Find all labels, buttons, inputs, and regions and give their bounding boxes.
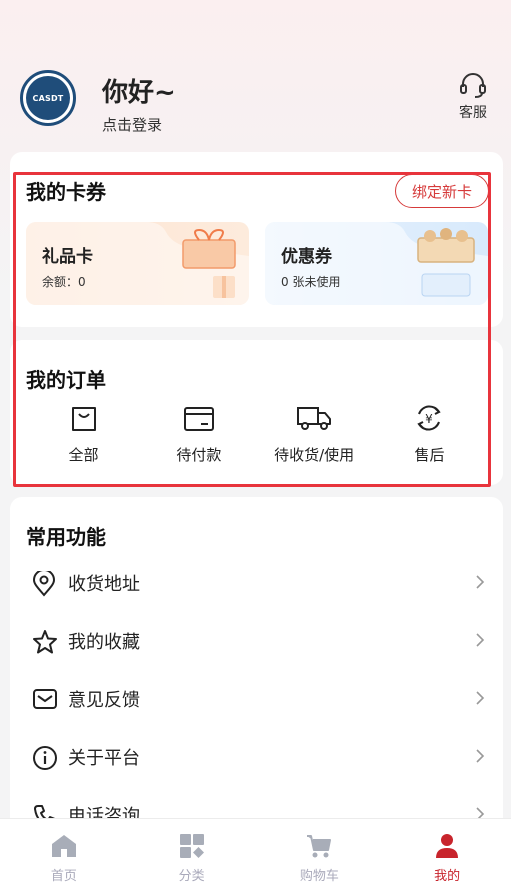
my-cards-section: 我的卡券 绑定新卡 礼品卡 余额：0 优惠券 0 张未使用 <box>10 152 503 327</box>
list-item-label: 我的收藏 <box>68 632 140 653</box>
my-orders-section: 我的订单 全部 待付款 待收货/使用 ¥ 售后 <box>10 340 503 485</box>
brand-logo[interactable]: CASDT <box>20 70 76 126</box>
tab-home-label: 首页 <box>50 869 77 884</box>
my-orders-title: 我的订单 <box>26 368 106 392</box>
order-pending-receipt-button[interactable]: 待收货/使用 <box>257 402 372 465</box>
list-item-feedback[interactable]: 意见反馈 <box>10 670 503 728</box>
chevron-right-icon <box>476 633 485 647</box>
order-pending-payment-label: 待付款 <box>176 446 222 464</box>
order-after-sales-label: 售后 <box>414 446 445 464</box>
bind-new-card-button[interactable]: 绑定新卡 <box>394 174 489 208</box>
gift-card-balance: 余额：0 <box>42 275 86 289</box>
coupon-count: 0 张未使用 <box>281 275 341 289</box>
order-after-sales-button[interactable]: ¥ 售后 <box>372 402 487 465</box>
order-all-button[interactable]: 全部 <box>26 402 141 465</box>
order-pending-receipt-label: 待收货/使用 <box>274 446 355 464</box>
bottom-tab-bar: 首页 分类 购物车 我的 <box>0 818 511 890</box>
list-item-about[interactable]: 关于平台 <box>10 728 503 786</box>
customer-service-label: 客服 <box>459 105 487 121</box>
cart-icon <box>307 835 332 858</box>
tab-home[interactable]: 首页 <box>0 819 128 890</box>
truck-icon <box>297 407 332 430</box>
login-link[interactable]: 点击登录 <box>102 114 162 135</box>
tab-mine-label: 我的 <box>434 869 461 884</box>
home-icon <box>51 835 76 857</box>
tab-cart-label: 购物车 <box>299 869 339 884</box>
profile-header: CASDT 你好~ 点击登录 客服 <box>0 0 511 150</box>
user-icon <box>436 834 459 858</box>
coupon-tile[interactable]: 优惠券 0 张未使用 <box>265 222 488 305</box>
my-cards-title: 我的卡券 <box>26 180 106 204</box>
list-item-label: 意见反馈 <box>68 690 140 711</box>
common-functions-section: 常用功能 收货地址 我的收藏 意见反馈 关于平台 电话咨询 <box>10 497 503 857</box>
refund-yuan-icon: ¥ <box>417 405 442 431</box>
order-pending-payment-button[interactable]: 待付款 <box>141 402 256 465</box>
coupon-title: 优惠券 <box>281 247 332 267</box>
coupon-ticket-icon <box>417 228 475 297</box>
list-item-label: 收货地址 <box>68 574 140 595</box>
common-functions-title: 常用功能 <box>26 525 106 549</box>
bag-icon <box>71 407 96 431</box>
tab-mine[interactable]: 我的 <box>383 819 511 890</box>
category-icon <box>179 834 204 858</box>
chevron-right-icon <box>476 749 485 763</box>
customer-service-button[interactable]: 客服 <box>452 72 494 122</box>
headset-icon <box>460 73 486 98</box>
star-icon <box>33 630 57 654</box>
svg-text:¥: ¥ <box>426 412 434 426</box>
brand-logo-text: CASDT <box>26 76 70 120</box>
info-icon <box>33 746 57 770</box>
mail-icon <box>33 689 57 709</box>
list-item-label: 关于平台 <box>68 748 140 769</box>
chevron-right-icon <box>476 691 485 705</box>
wallet-card-icon <box>183 407 214 431</box>
order-status-row: 全部 待付款 待收货/使用 ¥ 售后 <box>26 402 487 465</box>
tab-category-label: 分类 <box>178 869 205 884</box>
location-pin-icon <box>32 571 56 597</box>
gift-card-tile[interactable]: 礼品卡 余额：0 <box>26 222 249 305</box>
gift-box-icon <box>182 228 236 298</box>
list-item-favorites[interactable]: 我的收藏 <box>10 612 503 670</box>
gift-card-title: 礼品卡 <box>42 247 93 267</box>
chevron-right-icon <box>476 575 485 589</box>
list-item-address[interactable]: 收货地址 <box>10 554 503 612</box>
tab-cart[interactable]: 购物车 <box>256 819 384 890</box>
tab-category[interactable]: 分类 <box>128 819 256 890</box>
order-all-label: 全部 <box>68 446 99 464</box>
greeting-text: 你好~ <box>102 78 176 108</box>
